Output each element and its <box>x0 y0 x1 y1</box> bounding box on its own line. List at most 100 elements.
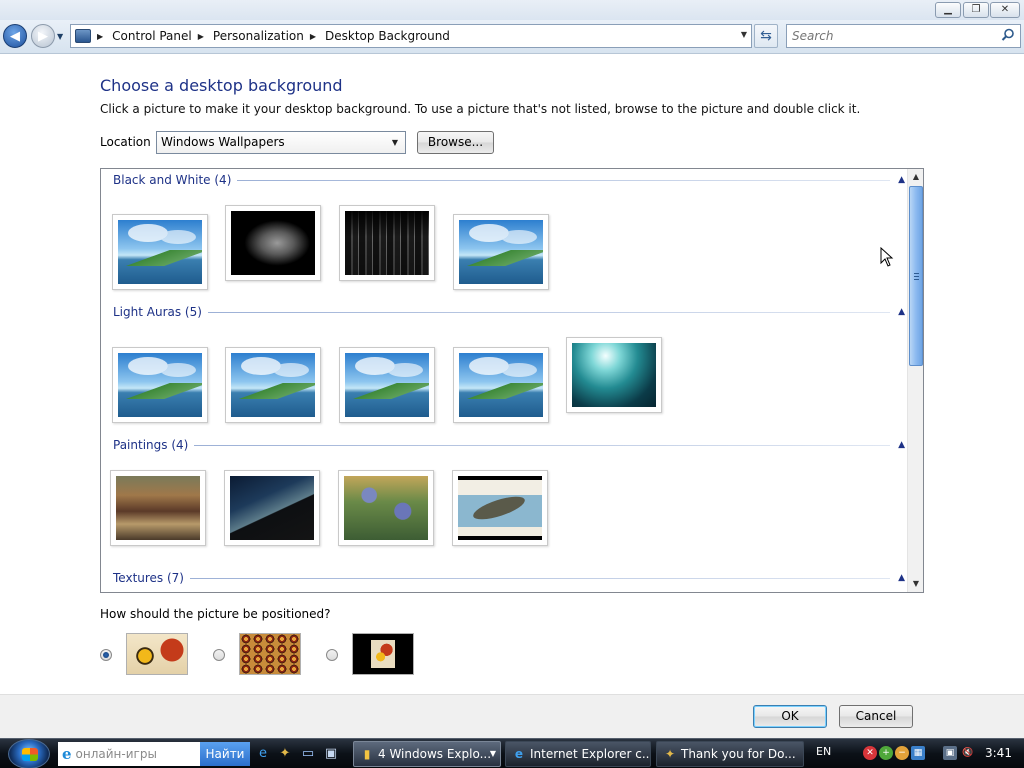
position-tile-radio[interactable] <box>213 649 225 661</box>
position-center-radio[interactable] <box>326 649 338 661</box>
messenger-icon[interactable]: ✦ <box>277 746 293 762</box>
grip-icon <box>914 273 919 280</box>
back-arrow-icon: ◀ <box>10 28 20 44</box>
gallery-scrollbar[interactable]: ▲ ▼ <box>907 169 923 592</box>
taskbar-search-button[interactable]: Найти <box>200 742 250 766</box>
close-button[interactable]: ✕ <box>990 2 1020 18</box>
group-title[interactable]: Textures (7) <box>113 571 190 585</box>
minus-icon[interactable]: − <box>895 746 909 760</box>
recent-pages-dropdown-icon[interactable]: ▼ <box>57 32 63 41</box>
start-button[interactable] <box>8 739 50 768</box>
cancel-button[interactable]: Cancel <box>839 705 913 728</box>
wallpaper-thumbnail[interactable] <box>112 214 208 290</box>
wallpaper-thumbnail[interactable] <box>338 470 434 546</box>
taskbar-search-box[interactable]: e онлайн-игры <box>58 742 200 766</box>
wallpaper-thumbnail[interactable] <box>224 470 320 546</box>
breadcrumb-separator-icon[interactable]: ▶ <box>310 32 316 41</box>
language-indicator[interactable]: EN <box>816 745 831 758</box>
group-header-black-and-white[interactable]: Black and White (4) ▲ <box>113 171 905 189</box>
breadcrumb-separator-icon[interactable]: ▶ <box>198 32 204 41</box>
position-fill-radio[interactable] <box>100 649 112 661</box>
display-icon[interactable]: ▣ <box>943 746 957 760</box>
scroll-up-arrow-icon[interactable]: ▲ <box>908 169 924 185</box>
wallpaper-image <box>459 353 543 417</box>
search-input[interactable] <box>792 29 992 43</box>
breadcrumb-personalization[interactable]: Personalization <box>213 29 304 43</box>
wallpaper-image <box>231 353 315 417</box>
volume-muted-icon[interactable]: 🔇 <box>961 746 975 760</box>
search-box[interactable] <box>786 24 1021 48</box>
minimize-button[interactable]: ▁ <box>935 2 961 18</box>
show-desktop-icon[interactable]: ▭ <box>300 746 316 762</box>
position-center-preview[interactable] <box>352 633 414 675</box>
task-label: Internet Explorer c... <box>530 747 651 761</box>
wallpaper-image <box>230 476 314 540</box>
wallpaper-thumbnail[interactable] <box>452 470 548 546</box>
wallpaper-image <box>118 220 202 284</box>
collapse-caret-icon[interactable]: ▲ <box>898 175 905 185</box>
wallpaper-image <box>116 476 200 540</box>
internet-explorer-icon[interactable]: e <box>255 746 271 762</box>
wallpaper-image <box>345 211 429 275</box>
group-title[interactable]: Black and White (4) <box>113 173 237 187</box>
collapse-caret-icon[interactable]: ▲ <box>898 307 905 317</box>
collapse-caret-icon[interactable]: ▲ <box>898 573 905 583</box>
taskbar-task-thank-you[interactable]: ✦ Thank you for Do... <box>656 741 804 767</box>
forward-button[interactable]: ▶ <box>31 24 55 48</box>
taskbar-search-text[interactable]: онлайн-игры <box>76 747 157 761</box>
task-label: 4 Windows Explo... <box>378 747 492 761</box>
group-header-textures[interactable]: Textures (7) ▲ <box>113 569 905 587</box>
clock[interactable]: 3:41 <box>985 746 1012 760</box>
ok-button[interactable]: OK <box>753 705 827 728</box>
wallpaper-image <box>458 476 542 540</box>
wallpaper-thumbnail[interactable] <box>110 470 206 546</box>
search-icon[interactable] <box>1001 28 1015 42</box>
group-header-paintings[interactable]: Paintings (4) ▲ <box>113 436 905 454</box>
wallpaper-thumbnail[interactable] <box>112 347 208 423</box>
minimize-icon: ▁ <box>944 4 952 15</box>
wallpaper-thumbnail[interactable] <box>453 347 549 423</box>
switch-windows-icon[interactable]: ▣ <box>323 746 339 762</box>
taskbar-task-windows-explorer[interactable]: ▮ 4 Windows Explo... ▼ <box>353 741 501 767</box>
breadcrumb-separator-icon[interactable]: ▶ <box>97 32 103 41</box>
group-divider <box>237 179 891 181</box>
wallpaper-thumbnail[interactable] <box>225 205 321 281</box>
wallpaper-thumbnail[interactable] <box>225 347 321 423</box>
address-dropdown-icon[interactable]: ▼ <box>741 30 747 39</box>
security-alert-icon[interactable]: ✕ <box>863 746 877 760</box>
group-title[interactable]: Paintings (4) <box>113 438 194 452</box>
page-title: Choose a desktop background <box>100 76 343 95</box>
wallpaper-image <box>118 353 202 417</box>
wallpaper-thumbnail[interactable] <box>339 347 435 423</box>
wallpaper-thumbnail[interactable] <box>453 214 549 290</box>
position-fill-preview[interactable] <box>126 633 188 675</box>
position-tile-preview[interactable] <box>239 633 301 675</box>
chevron-down-icon[interactable]: ▼ <box>388 135 402 150</box>
breadcrumb-control-panel[interactable]: Control Panel <box>112 29 192 43</box>
location-dropdown[interactable]: Windows Wallpapers ▼ <box>156 131 406 154</box>
group-title[interactable]: Light Auras (5) <box>113 305 208 319</box>
refresh-icon: ⇆ <box>760 28 772 44</box>
maximize-icon: ❐ <box>971 4 981 15</box>
browse-button[interactable]: Browse... <box>417 131 494 154</box>
wallpaper-image <box>459 220 543 284</box>
wallpaper-thumbnail[interactable] <box>566 337 662 413</box>
scroll-thumb[interactable] <box>909 186 923 366</box>
position-question: How should the picture be positioned? <box>100 607 331 621</box>
taskbar-task-internet-explorer[interactable]: e Internet Explorer c... <box>505 741 651 767</box>
back-button[interactable]: ◀ <box>3 24 27 48</box>
maximize-button[interactable]: ❐ <box>963 2 989 18</box>
plus-icon[interactable]: + <box>879 746 893 760</box>
breadcrumb-desktop-background[interactable]: Desktop Background <box>325 29 450 43</box>
refresh-button[interactable]: ⇆ <box>754 24 778 48</box>
wallpaper-thumbnail[interactable] <box>339 205 435 281</box>
internet-explorer-icon: e <box>514 747 524 761</box>
task-label: Thank you for Do... <box>681 747 796 761</box>
scroll-down-arrow-icon[interactable]: ▼ <box>908 576 924 592</box>
chevron-down-icon: ▼ <box>489 749 496 758</box>
address-bar[interactable]: ▶ Control Panel ▶ Personalization ▶ Desk… <box>70 24 752 48</box>
network-icon[interactable]: ▦ <box>911 746 925 760</box>
group-divider <box>190 577 891 579</box>
group-header-light-auras[interactable]: Light Auras (5) ▲ <box>113 303 905 321</box>
collapse-caret-icon[interactable]: ▲ <box>898 440 905 450</box>
